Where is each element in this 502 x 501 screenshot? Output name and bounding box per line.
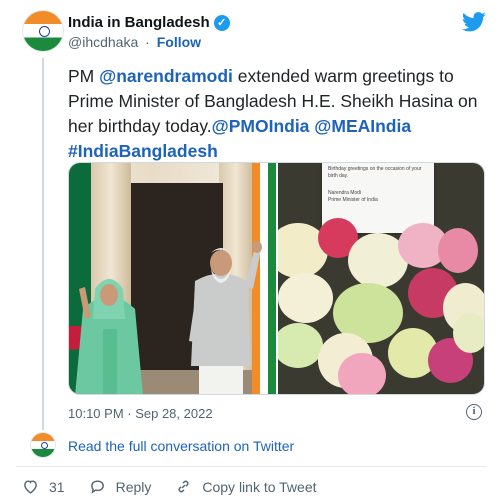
person-figure-left	[75, 279, 143, 394]
copy-link-button[interactable]: Copy link to Tweet	[175, 478, 317, 495]
verified-badge-icon: ✓	[213, 14, 230, 31]
heart-icon	[24, 480, 37, 494]
ashoka-chakra-icon	[39, 26, 50, 37]
note-line-3: Prime Minister of India	[328, 197, 378, 203]
tweet-actions: 31 Reply Copy link to Tweet	[22, 478, 341, 495]
note-line-2: Narendra Modi	[328, 190, 362, 196]
person-figure-right	[189, 241, 262, 394]
tweet-timestamp[interactable]: 10:10 PM · Sep 28, 2022	[68, 406, 213, 421]
tweet-media[interactable]: Birthday greetings on the occasion of yo…	[68, 162, 485, 395]
mention-narendramodi[interactable]: @narendramodi	[99, 66, 233, 86]
mention-meaindia[interactable]: @MEAIndia	[314, 116, 411, 136]
photo-leaders[interactable]	[69, 163, 276, 394]
mention-pmoindia[interactable]: @PMOIndia	[212, 116, 310, 136]
hashtag-indiabangladesh[interactable]: #IndiaBangladesh	[68, 139, 486, 164]
reply-button[interactable]: Reply	[89, 478, 152, 495]
author-name-row[interactable]: India in Bangladesh ✓	[68, 14, 230, 31]
photo-bouquet[interactable]: Birthday greetings on the occasion of yo…	[278, 163, 484, 394]
speech-bubble-icon	[90, 480, 104, 494]
author-handle-row: @ihcdhaka · Follow	[68, 34, 201, 50]
link-icon	[178, 480, 189, 493]
author-handle[interactable]: @ihcdhaka	[68, 34, 138, 50]
tweet-text: PM @narendramodi extended warm greetings…	[68, 64, 486, 164]
ashoka-chakra-icon	[41, 442, 48, 449]
separator-dot: ·	[145, 34, 150, 50]
read-conversation-link[interactable]: Read the full conversation on Twitter	[68, 438, 294, 454]
divider	[16, 466, 486, 467]
author-name[interactable]: India in Bangladesh	[68, 14, 210, 31]
copy-link-label: Copy link to Tweet	[202, 478, 317, 495]
tweet-text-prefix: PM	[68, 66, 100, 86]
twitter-bird-icon[interactable]	[462, 12, 486, 32]
author-avatar[interactable]	[22, 10, 64, 52]
like-count: 31	[49, 478, 65, 495]
follow-button[interactable]: Follow	[157, 34, 201, 50]
note-line-1: Birthday greetings on the occasion of yo…	[328, 166, 422, 179]
like-button[interactable]: 31	[22, 478, 65, 495]
small-author-avatar	[30, 432, 56, 458]
reply-label: Reply	[115, 478, 152, 495]
info-icon[interactable]: i	[466, 404, 482, 420]
thread-line	[42, 58, 44, 430]
